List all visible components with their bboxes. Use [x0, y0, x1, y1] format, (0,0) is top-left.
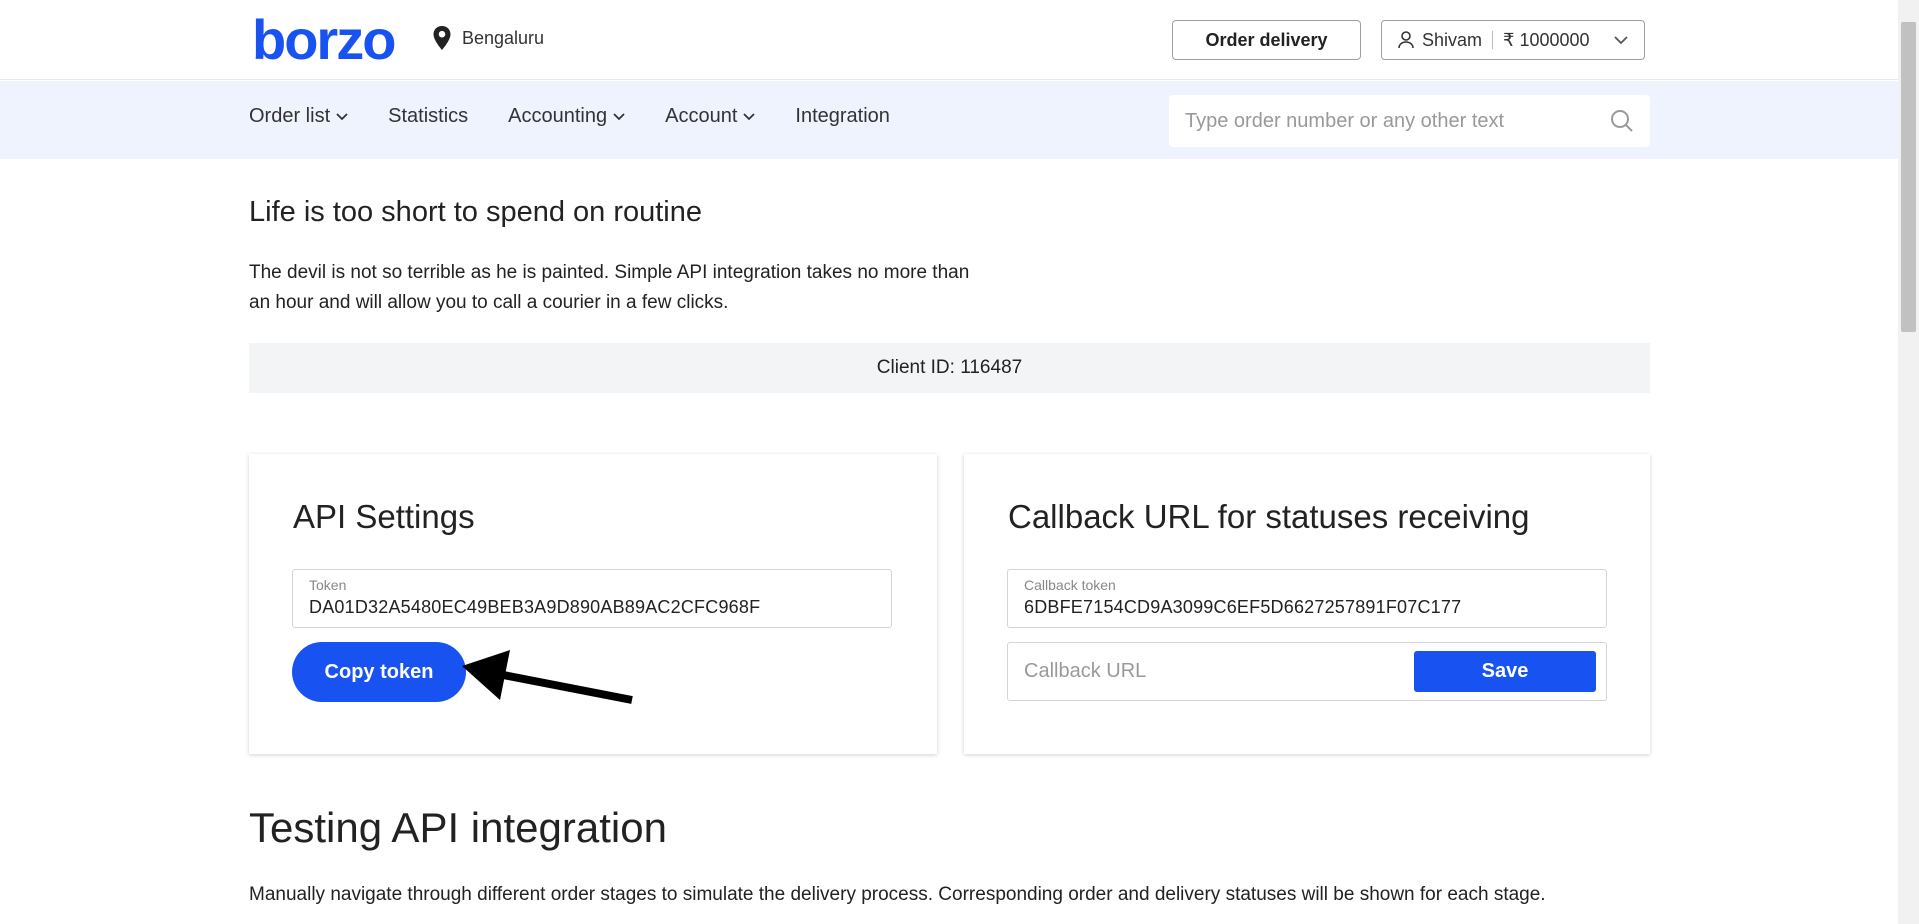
search-input[interactable]: [1185, 109, 1610, 133]
nav-item-label: Integration: [795, 105, 890, 127]
city-name: Bengaluru: [462, 27, 545, 48]
callback-url-field: Save: [1007, 642, 1607, 701]
nav-item-label: Account: [665, 105, 738, 127]
nav-item-label: Order list: [249, 105, 331, 127]
user-name: Shivam: [1422, 29, 1483, 50]
callback-url-card: Callback URL for statuses receiving Call…: [964, 454, 1650, 754]
nav-item-statistics[interactable]: Statistics: [388, 105, 468, 128]
annotation-arrow-icon: [462, 650, 633, 704]
nav-item-accounting[interactable]: Accounting: [508, 105, 625, 128]
token-field[interactable]: Token DA01D32A5480EC49BEB3A9D890AB89AC2C…: [292, 569, 892, 628]
order-search-box: [1169, 95, 1650, 147]
chevron-down-icon: [336, 112, 348, 120]
client-id-banner: Client ID: 116487: [249, 343, 1650, 393]
chevron-down-icon: [613, 112, 625, 120]
borzo-logo[interactable]: borzo: [252, 8, 396, 72]
search-icon[interactable]: [1610, 109, 1634, 133]
testing-description: Manually navigate through different orde…: [249, 884, 1546, 905]
api-settings-title: API Settings: [293, 498, 475, 535]
callback-token-value: 6DBFE7154CD9A3099C6EF5D6627257891F07C177: [1024, 597, 1462, 617]
chevron-down-icon: [1614, 35, 1628, 44]
token-value: DA01D32A5480EC49BEB3A9D890AB89AC2CFC968F: [309, 597, 761, 617]
user-icon: [1398, 31, 1414, 49]
order-delivery-button[interactable]: Order delivery: [1172, 20, 1361, 60]
save-button[interactable]: Save: [1414, 651, 1596, 692]
nav-item-label: Statistics: [388, 105, 469, 127]
scrollbar-thumb[interactable]: [1901, 22, 1916, 332]
callback-token-label: Callback token: [1024, 577, 1116, 593]
callback-url-input[interactable]: [1024, 660, 1414, 683]
api-settings-card: API Settings Token DA01D32A5480EC49BEB3A…: [249, 454, 937, 754]
callback-title: Callback URL for statuses receiving: [1008, 498, 1530, 535]
chevron-down-icon: [743, 112, 756, 120]
token-label: Token: [309, 577, 347, 593]
top-header: borzo Bengaluru Order delivery Shivam ₹ …: [0, 0, 1898, 80]
account-balance: ₹ 1000000: [1503, 29, 1590, 50]
copy-token-button[interactable]: Copy token: [292, 642, 466, 702]
city-selector[interactable]: Bengaluru: [432, 26, 544, 50]
nav-menu: Order list Statistics Accounting Account…: [249, 105, 890, 128]
main-navigation: Order list Statistics Accounting Account…: [0, 81, 1898, 159]
nav-item-label: Accounting: [508, 105, 608, 127]
callback-token-field[interactable]: Callback token 6DBFE7154CD9A3099C6EF5D66…: [1007, 569, 1607, 628]
testing-section-title: Testing API integration: [249, 804, 667, 851]
intro-text: The devil is not so terrible as he is pa…: [249, 262, 970, 313]
location-pin-icon: [433, 26, 451, 50]
nav-item-account[interactable]: Account: [665, 105, 756, 128]
nav-item-order-list[interactable]: Order list: [249, 105, 348, 128]
page-title: Life is too short to spend on routine: [249, 196, 703, 228]
nav-item-integration[interactable]: Integration: [795, 105, 890, 128]
user-account-menu[interactable]: Shivam ₹ 1000000: [1381, 20, 1645, 60]
divider: [1492, 31, 1494, 49]
page-scrollbar[interactable]: [1898, 0, 1919, 924]
